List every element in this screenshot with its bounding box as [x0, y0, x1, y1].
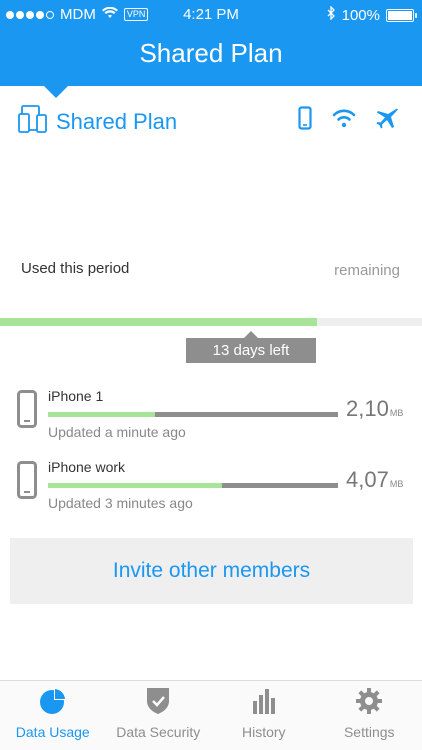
- header-pointer: [44, 86, 68, 98]
- invite-members-button[interactable]: Invite other members: [10, 538, 413, 604]
- bar-chart-icon: [251, 687, 277, 718]
- connection-types: [298, 106, 400, 135]
- device-name: iPhone 1: [48, 388, 104, 404]
- bluetooth-icon: [327, 5, 336, 24]
- device-name: iPhone work: [48, 459, 126, 475]
- gear-icon: [355, 687, 383, 718]
- devices-icon: [18, 104, 48, 140]
- device-updated: Updated a minute ago: [48, 424, 186, 440]
- battery-icon: [386, 8, 417, 22]
- tab-label: Data Security: [116, 724, 201, 740]
- tab-label: Data Usage: [15, 724, 90, 740]
- tab-data-usage[interactable]: Data Usage: [0, 681, 106, 750]
- tab-bar: Data Usage Data Security History Setting…: [0, 680, 422, 750]
- usage-number: 4,07: [346, 467, 389, 492]
- plan-name: Shared Plan: [56, 109, 178, 134]
- tab-data-security[interactable]: Data Security: [106, 681, 212, 750]
- phone-icon: [17, 390, 37, 433]
- device-usage-bar: [48, 412, 338, 417]
- phone-icon: [17, 461, 37, 504]
- battery-percent: 100%: [341, 6, 380, 24]
- pie-chart-icon: [39, 687, 67, 718]
- mobile-icon: [298, 106, 312, 135]
- device-usage-fill: [48, 483, 222, 488]
- usage-unit: MB: [389, 408, 404, 418]
- device-usage-fill: [48, 412, 156, 417]
- usage-unit: MB: [389, 479, 404, 489]
- device-usage-value: 2,10MB: [346, 396, 403, 422]
- airplane-icon: [376, 106, 400, 135]
- device-row[interactable]: iPhone work Updated 3 minutes ago 4,07MB: [0, 459, 422, 517]
- tab-history[interactable]: History: [211, 681, 317, 750]
- tab-label: History: [241, 724, 286, 740]
- device-row[interactable]: iPhone 1 Updated a minute ago 2,10MB: [0, 388, 422, 446]
- usage-number: 2,10: [346, 396, 389, 421]
- tab-settings[interactable]: Settings: [317, 681, 422, 750]
- used-label: Used this period: [21, 260, 130, 277]
- remaining-label: remaining: [334, 262, 400, 279]
- period-progress-fill: [0, 318, 317, 326]
- status-bar: MDM VPN 4:21 PM 100%: [0, 0, 422, 30]
- device-updated: Updated 3 minutes ago: [48, 495, 193, 511]
- shield-icon: [145, 687, 171, 718]
- app-header: MDM VPN 4:21 PM 100% Shared Plan: [0, 0, 422, 86]
- period-progress-bar: [0, 318, 422, 326]
- days-left-badge: 13 days left: [186, 331, 316, 363]
- device-usage-value: 4,07MB: [346, 467, 403, 493]
- tab-label: Settings: [343, 724, 395, 740]
- plan-selector[interactable]: Shared Plan: [18, 104, 177, 140]
- wifi-icon: [332, 108, 356, 133]
- page-title: Shared Plan: [139, 38, 283, 68]
- device-usage-bar: [48, 483, 338, 488]
